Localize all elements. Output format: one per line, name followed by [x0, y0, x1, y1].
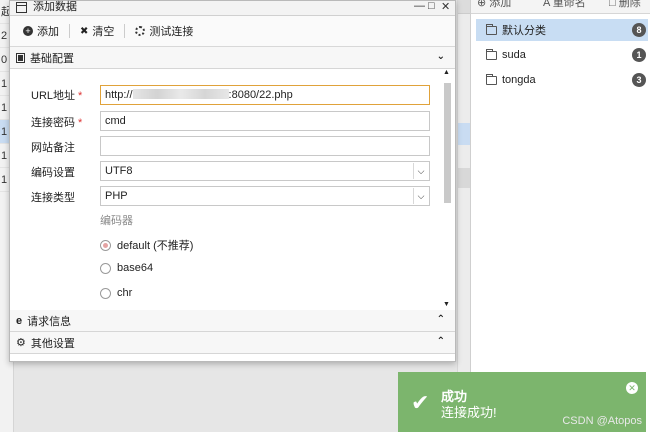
- document-icon: [16, 52, 25, 63]
- radio-label: base64: [117, 262, 154, 274]
- success-toast: ✔ 成功 连接成功! ✕ CSDN @Atopos: [398, 372, 646, 432]
- add-data-dialog: 添加数据 — □ ✕ + 添加 ✖ 清空 测试连接 基础配置 ⌄ URL地址 * …: [9, 0, 456, 362]
- toolbar-divider: [124, 24, 126, 38]
- url-field[interactable]: http://:8080/22.php: [100, 85, 430, 105]
- scrollbar-thumb[interactable]: [444, 83, 451, 203]
- radio-selected: [100, 239, 111, 251]
- chevron-down-icon[interactable]: ⌄: [437, 51, 445, 62]
- radio: [100, 287, 111, 299]
- url-label: URL地址 *: [31, 90, 83, 102]
- section-title: 请求信息: [27, 315, 72, 328]
- folder-icon: [486, 48, 497, 60]
- encoder-radio-chr[interactable]: chr: [100, 287, 132, 299]
- folder-icon: [486, 23, 497, 35]
- section-title: 其他设置: [30, 337, 75, 350]
- watermark: CSDN @Atopos: [562, 415, 642, 427]
- section-request-info[interactable]: e 请求信息 ⌃: [10, 310, 455, 332]
- gears-icon: ⚙: [16, 337, 26, 349]
- plus-icon: +: [23, 26, 33, 36]
- radio: [100, 262, 111, 274]
- toolbar-divider: [69, 24, 70, 38]
- check-icon: ✔: [411, 390, 430, 415]
- count-badge: 3: [632, 73, 646, 87]
- maximize-button[interactable]: □: [428, 0, 435, 12]
- section-other-settings[interactable]: ⚙ 其他设置 ⌃: [10, 332, 455, 354]
- encoding-label: 编码设置: [31, 167, 75, 179]
- toast-message: 连接成功!: [441, 405, 497, 420]
- category-label: tongda: [502, 74, 536, 86]
- chevron-down-icon: ⌵: [413, 188, 428, 204]
- basic-config-form: URL地址 * http://:8080/22.php 连接密码 * cmd 网站备…: [10, 69, 455, 310]
- add-button[interactable]: + 添加: [23, 23, 59, 39]
- section-basic-config[interactable]: 基础配置 ⌄: [10, 47, 455, 69]
- add-button-label: 添加: [37, 26, 59, 38]
- scroll-down-icon[interactable]: ▼: [443, 301, 450, 308]
- remark-label: 网站备注: [31, 142, 75, 154]
- ie-icon: e: [16, 314, 23, 327]
- encoding-row: 编码设置: [31, 164, 100, 180]
- radio-label: chr: [117, 287, 133, 299]
- count-badge: 8: [632, 23, 646, 37]
- type-row: 连接类型: [31, 189, 100, 205]
- delete-category-button[interactable]: □ 删除: [609, 0, 641, 10]
- folder-icon: [486, 73, 497, 85]
- close-button[interactable]: ✕: [441, 0, 450, 13]
- remark-field[interactable]: [100, 136, 430, 156]
- test-connection-label: 测试连接: [149, 26, 194, 38]
- chevron-down-icon: ⌵: [413, 163, 428, 179]
- redacted-host: [132, 89, 229, 100]
- category-item-default[interactable]: 默认分类 8: [476, 19, 648, 41]
- password-field[interactable]: cmd: [100, 111, 430, 131]
- spinner-icon: [135, 26, 146, 36]
- type-select[interactable]: PHP ⌵: [100, 186, 430, 206]
- test-connection-button[interactable]: 测试连接: [135, 23, 193, 39]
- rename-category-button[interactable]: A 重命名: [543, 0, 586, 10]
- password-label: 连接密码 *: [31, 117, 83, 129]
- category-label: suda: [502, 49, 526, 61]
- category-toolbar: ⊕ 添加 A 重命名 □ 删除: [471, 0, 650, 14]
- dialog-titlebar[interactable]: 添加数据 — □ ✕: [10, 0, 455, 16]
- encoder-radio-base64[interactable]: base64: [100, 262, 153, 274]
- dialog-toolbar: + 添加 ✖ 清空 测试连接: [10, 16, 455, 47]
- form-scrollbar[interactable]: ▲ ▼: [443, 69, 451, 308]
- encoding-select[interactable]: UTF8 ⌵: [100, 161, 430, 181]
- close-icon[interactable]: ✕: [626, 382, 638, 394]
- remark-row: 网站备注: [31, 139, 100, 155]
- section-title: 基础配置: [30, 52, 74, 65]
- chevron-up-icon[interactable]: ⌃: [437, 314, 445, 325]
- chevron-up-icon[interactable]: ⌃: [437, 336, 445, 347]
- x-icon: ✖: [80, 25, 89, 37]
- radio-label: default (不推荐): [117, 240, 194, 252]
- category-item-tongda[interactable]: tongda 3: [476, 69, 648, 91]
- type-label: 连接类型: [31, 192, 75, 204]
- scroll-up-icon[interactable]: ▲: [443, 69, 450, 76]
- add-category-button[interactable]: ⊕ 添加: [477, 0, 511, 10]
- encoder-group-label: 编码器: [100, 215, 133, 227]
- window-icon: [16, 2, 27, 13]
- dialog-title: 添加数据: [33, 1, 77, 13]
- category-item-suda[interactable]: suda 1: [476, 44, 648, 66]
- clear-button-label: 清空: [92, 26, 115, 38]
- minimize-button[interactable]: —: [414, 0, 425, 12]
- category-label: 默认分类: [502, 25, 546, 37]
- password-row: 连接密码 *: [31, 114, 100, 130]
- url-row: URL地址 *: [31, 87, 100, 103]
- encoder-radio-default[interactable]: default (不推荐): [100, 237, 193, 253]
- clear-button[interactable]: ✖ 清空: [80, 23, 114, 39]
- background-scrollbar: [457, 0, 471, 432]
- category-panel: ⊕ 添加 A 重命名 □ 删除 默认分类 8 suda 1 tongda 3: [470, 0, 650, 432]
- count-badge: 1: [632, 48, 646, 62]
